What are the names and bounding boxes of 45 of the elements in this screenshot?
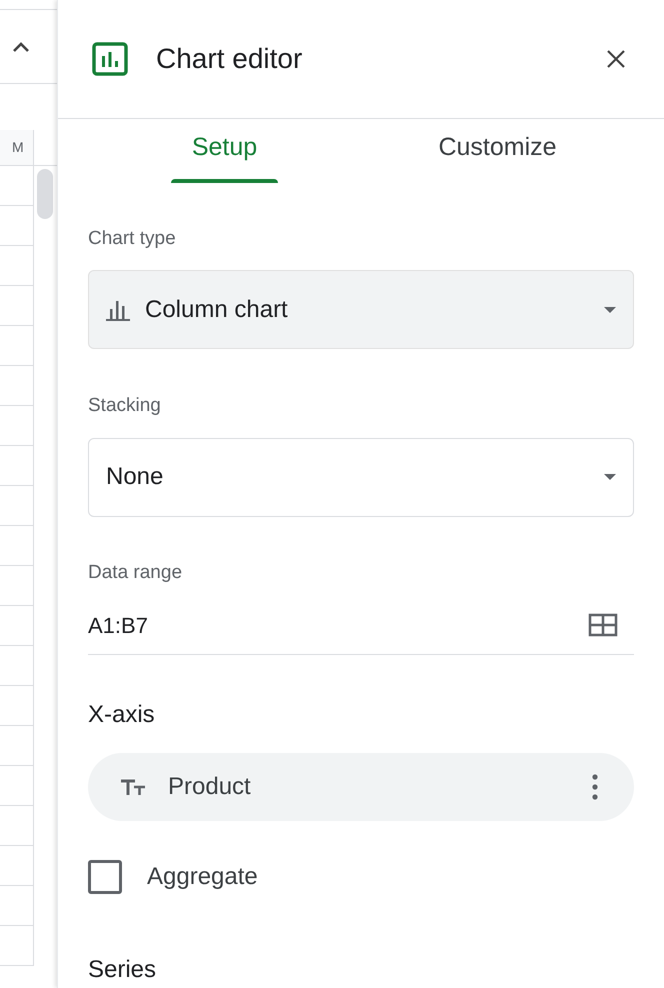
sheet-cell[interactable] [0, 726, 34, 766]
panel-title: Chart editor [156, 42, 304, 76]
sheet-cell[interactable] [0, 566, 34, 606]
sheet-cell[interactable] [0, 606, 34, 646]
sheet-cell[interactable] [0, 366, 34, 406]
sheet-cell[interactable] [0, 246, 34, 286]
column-chart-icon [106, 298, 130, 320]
tab[interactable]: Customize [361, 119, 634, 182]
field-label: Chart type [88, 226, 177, 250]
section-heading: X-axis [88, 700, 156, 730]
stacking-dropdown[interactable]: None [88, 438, 634, 516]
sheet-cell[interactable] [0, 806, 34, 846]
checkbox[interactable] [88, 860, 122, 894]
text-type-icon [120, 778, 146, 796]
section-heading: Series [88, 955, 158, 985]
checkbox-label: Aggregate [147, 862, 258, 892]
sheet-cell[interactable] [0, 486, 34, 526]
tab[interactable]: Setup [88, 119, 361, 182]
column-header: M [0, 130, 34, 166]
field-label: Data range [88, 560, 184, 584]
dropdown-caret-icon [604, 306, 616, 312]
sheet-cell[interactable] [0, 886, 34, 926]
x-axis-chip[interactable]: Product [88, 753, 634, 821]
sheet-cell[interactable] [0, 646, 34, 686]
collapse-up-icon[interactable] [12, 40, 30, 52]
sheet-cell[interactable] [0, 926, 34, 966]
sheet-cell[interactable] [0, 526, 34, 566]
sheet-cell[interactable] [0, 406, 34, 446]
sheet-cell[interactable] [0, 686, 34, 726]
grid-select-icon[interactable] [588, 613, 618, 637]
more-options-icon[interactable] [592, 774, 598, 800]
sheet-cell[interactable] [0, 326, 34, 366]
data-range-field[interactable]: A1:B7 [88, 604, 634, 655]
sheet-cell[interactable] [0, 766, 34, 806]
sheet-cell[interactable] [0, 846, 34, 886]
sheet-cell[interactable] [0, 446, 34, 486]
scrollbar-thumb[interactable] [37, 169, 53, 219]
chart-type-dropdown[interactable]: Column chart [88, 270, 634, 349]
chart-icon [92, 42, 128, 76]
sheet-cell[interactable] [0, 166, 34, 206]
sheet-cell[interactable] [0, 286, 34, 326]
dropdown-caret-icon [604, 474, 616, 480]
field-label: Stacking [88, 394, 162, 418]
sheet-cell[interactable] [0, 206, 34, 246]
close-icon[interactable] [606, 49, 626, 69]
